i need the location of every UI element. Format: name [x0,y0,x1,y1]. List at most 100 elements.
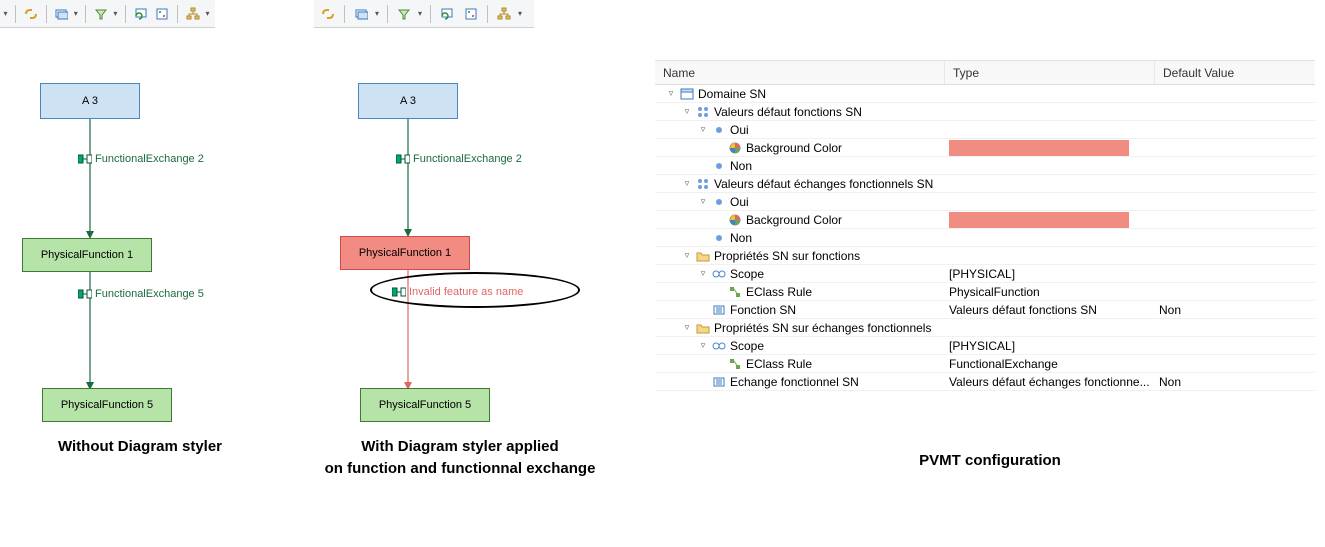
cell-name: EClass Rule [655,356,945,372]
node-physicalfunction-5[interactable]: PhysicalFunction 5 [360,388,490,422]
node-a3[interactable]: A 3 [358,83,458,119]
expander-icon[interactable]: ▿ [682,251,692,261]
scope-icon [711,266,727,282]
row-label: Fonction SN [730,303,796,317]
layers-icon[interactable] [53,4,71,24]
caption-right-line2: on function and functionnal exchange [290,460,630,477]
toolbar-left: ▾ ▾ ▾ ▾ [0,0,215,28]
cell-name: ▿Oui [655,194,945,210]
table-row[interactable]: ▿Oui [655,193,1315,211]
show-hide-icon[interactable] [154,4,172,24]
cell-name: ▿Scope [655,338,945,354]
table-row[interactable]: Non [655,229,1315,247]
expander-icon [714,143,724,153]
node-physicalfunction-1[interactable]: PhysicalFunction 1 [22,238,152,272]
link-icon[interactable] [318,4,338,24]
table-row[interactable]: EClass RulePhysicalFunction [655,283,1315,301]
enum-icon [695,176,711,192]
cell-name: ▿Scope [655,266,945,282]
prop-icon [711,374,727,390]
table-row[interactable]: ▿Propriétés SN sur fonctions [655,247,1315,265]
table-row[interactable]: ▿Scope[PHYSICAL] [655,265,1315,283]
edge-label-text: FunctionalExchange 2 [95,153,204,165]
dropdown-arrow-icon[interactable]: ▾ [112,4,119,24]
node-label: PhysicalFunction 5 [379,399,471,411]
table-row[interactable]: ▿Domaine SN [655,85,1315,103]
expander-icon[interactable]: ▿ [666,89,676,99]
cell-type [945,212,1155,228]
table-row[interactable]: ▿Propriétés SN sur échanges fonctionnels [655,319,1315,337]
expander-icon[interactable]: ▿ [698,125,708,135]
cell-type: Valeurs défaut échanges fonctionne... [945,375,1155,389]
cell-name: Non [655,230,945,246]
edge-functional-exchange-5[interactable]: FunctionalExchange 5 [78,288,204,300]
caption-pvmt: PVMT configuration [860,452,1120,469]
dropdown-arrow-icon[interactable]: ▾ [373,4,381,24]
refresh-diagram-icon[interactable] [437,4,457,24]
color-icon [727,212,743,228]
layout-tree-icon[interactable] [184,4,202,24]
cell-type [945,140,1155,156]
refresh-diagram-icon[interactable] [132,4,150,24]
layout-tree-icon[interactable] [494,4,514,24]
layers-icon[interactable] [351,4,371,24]
table-row[interactable]: ▿ Oui [655,121,1315,139]
table-row[interactable]: ▿Valeurs défaut échanges fonctionnels SN [655,175,1315,193]
caption-left: Without Diagram styler [30,438,250,455]
cell-name: Non [655,158,945,174]
table-row[interactable]: Echange fonctionnel SNValeurs défaut éch… [655,373,1315,391]
show-hide-icon[interactable] [461,4,481,24]
filter-icon[interactable] [92,4,110,24]
enum-icon [695,104,711,120]
row-label: Background Color [746,141,842,155]
edge-functional-exchange-2[interactable]: FunctionalExchange 2 [78,153,204,165]
cell-name: Background Color [655,140,945,156]
node-physicalfunction-1-styled[interactable]: PhysicalFunction 1 [340,236,470,270]
table-row[interactable]: ▿Valeurs défaut fonctions SN [655,103,1315,121]
color-icon [727,140,743,156]
cell-type: [PHYSICAL] [945,267,1155,281]
col-header-default[interactable]: Default Value [1155,61,1315,84]
cell-type: FunctionalExchange [945,357,1155,371]
port-icon [78,154,92,164]
table-row[interactable]: Background Color [655,211,1315,229]
dropdown-arrow-icon[interactable]: ▾ [516,4,524,24]
table-row[interactable]: Non [655,157,1315,175]
filter-icon[interactable] [394,4,414,24]
separator [85,5,86,23]
cell-type: Valeurs défaut fonctions SN [945,303,1155,317]
dropdown-arrow-icon[interactable]: ▾ [204,4,211,24]
edge-label-text: FunctionalExchange 5 [95,288,204,300]
cell-name: ▿Domaine SN [655,86,945,102]
dropdown-arrow-icon[interactable]: ▾ [2,4,9,24]
expander-icon[interactable]: ▿ [682,323,692,333]
node-a3[interactable]: A 3 [40,83,140,119]
expander-icon[interactable]: ▿ [698,341,708,351]
table-row[interactable]: ▿Scope[PHYSICAL] [655,337,1315,355]
caption-right-line1: With Diagram styler applied [300,438,620,455]
edge-functional-exchange-2[interactable]: FunctionalExchange 2 [396,153,522,165]
row-label: Oui [730,123,749,137]
cell-type: [PHYSICAL] [945,339,1155,353]
table-row[interactable]: EClass RuleFunctionalExchange [655,355,1315,373]
table-row[interactable]: Fonction SNValeurs défaut fonctions SNNo… [655,301,1315,319]
expander-icon[interactable]: ▿ [682,107,692,117]
link-icon[interactable] [22,4,40,24]
table-row[interactable]: Background Color [655,139,1315,157]
expander-icon[interactable]: ▿ [698,197,708,207]
expander-icon[interactable]: ▿ [698,269,708,279]
col-header-name[interactable]: Name [655,61,945,84]
dropdown-arrow-icon[interactable]: ▾ [72,4,79,24]
cell-name: Fonction SN [655,302,945,318]
col-header-type[interactable]: Type [945,61,1155,84]
expander-icon[interactable]: ▿ [682,179,692,189]
prop-icon [711,302,727,318]
folder-icon [695,320,711,336]
separator [125,5,126,23]
node-label: PhysicalFunction 1 [359,247,451,259]
node-physicalfunction-5[interactable]: PhysicalFunction 5 [42,388,172,422]
dropdown-arrow-icon[interactable]: ▾ [416,4,424,24]
cell-name: ▿Propriétés SN sur échanges fonctionnels [655,320,945,336]
separator [430,5,431,23]
annotation-ellipse [370,272,580,308]
